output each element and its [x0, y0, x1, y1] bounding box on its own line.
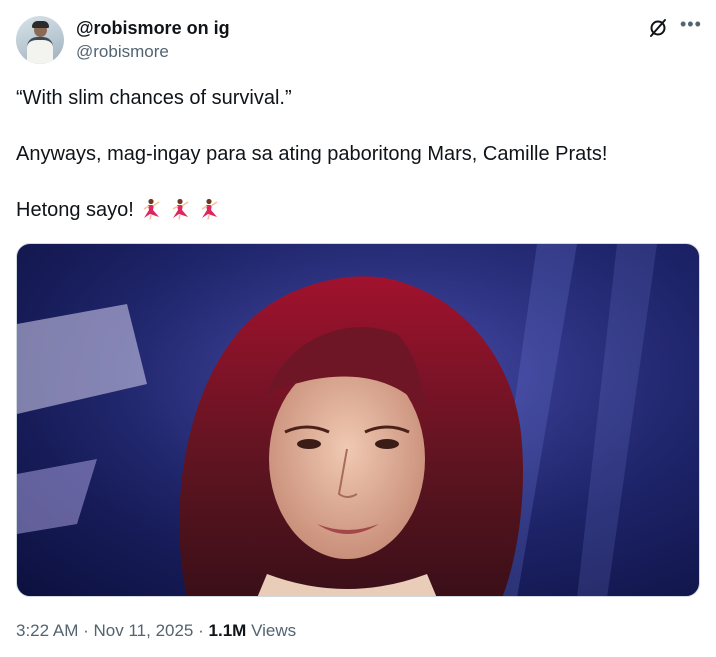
tweet-media-image[interactable] [16, 243, 700, 597]
media-illustration [17, 244, 699, 596]
avatar-figure-body [27, 37, 53, 64]
tweet-line-2: Anyways, mag-ingay para sa ating paborit… [16, 143, 608, 165]
tweet-line-3: Hetong sayo! [16, 198, 696, 222]
tweet-date[interactable]: Nov 11, 2025 [94, 621, 194, 640]
tweet-time[interactable]: 3:22 AM [16, 621, 78, 640]
author-display-name[interactable]: @robismore on ig [76, 17, 230, 39]
avatar[interactable] [16, 16, 64, 64]
tweet-meta: 3:22 AM · Nov 11, 2025 · 1.1M Views [16, 620, 296, 642]
meta-separator: · [83, 621, 89, 640]
tweet-line-1: “With slim chances of survival.” [16, 87, 292, 109]
avatar-figure-cap [32, 21, 49, 28]
tweet-text: “With slim chances of survival.” Anyways… [16, 86, 696, 222]
views-count: 1.1M [208, 621, 247, 640]
tweet-card: @robismore on ig @robismore ••• “With sl… [0, 0, 716, 657]
author-handle[interactable]: @robismore [76, 41, 169, 63]
grok-icon[interactable] [648, 18, 668, 38]
views-label: Views [251, 621, 297, 640]
meta-separator: · [198, 621, 204, 640]
more-options-icon[interactable]: ••• [680, 14, 701, 38]
woman-dancing-icon [172, 198, 189, 220]
woman-dancing-icon [144, 198, 160, 220]
woman-dancing-icon [201, 198, 217, 220]
tweet-line-3-text: Hetong sayo! [16, 199, 134, 221]
